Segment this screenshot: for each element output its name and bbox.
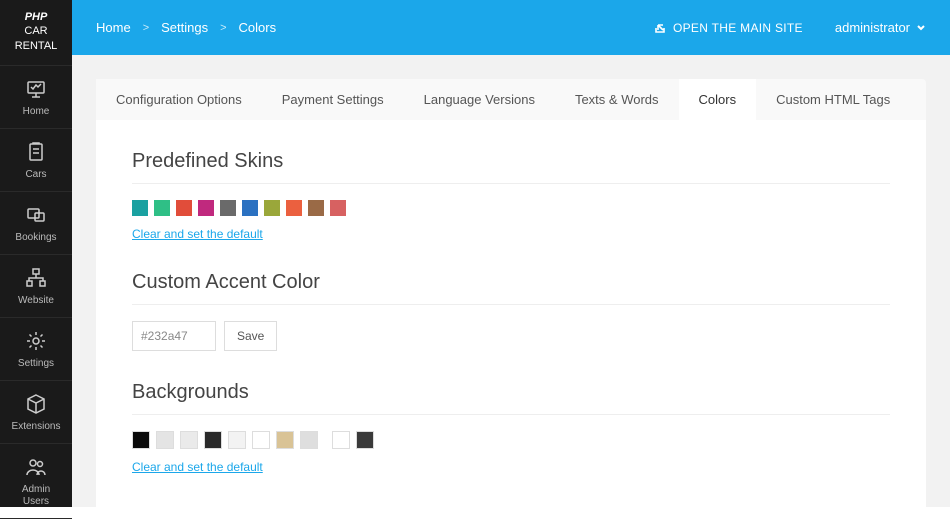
backgrounds-title: Backgrounds (132, 381, 890, 404)
section-backgrounds: Backgrounds Clear and set t (132, 381, 890, 474)
breadcrumb-settings[interactable]: Settings (161, 20, 208, 35)
nav-label: Bookings (15, 232, 56, 244)
tabs: Configuration Options Payment Settings L… (96, 79, 926, 120)
nav-label: Website (18, 295, 54, 307)
main: Home > Settings > Colors OPEN THE MAIN S… (72, 0, 950, 507)
divider (132, 414, 890, 415)
bg-swatch[interactable] (204, 431, 222, 449)
skin-swatch[interactable] (264, 200, 280, 216)
bg-swatch[interactable] (156, 431, 174, 449)
topbar: Home > Settings > Colors OPEN THE MAIN S… (72, 0, 950, 55)
logo-line3: RENTAL (4, 39, 68, 53)
bg-swatch[interactable] (132, 431, 150, 449)
open-site-label: OPEN THE MAIN SITE (673, 21, 803, 35)
background-swatches (132, 431, 890, 449)
skin-swatch[interactable] (176, 200, 192, 216)
nav-label: Admin Users (22, 484, 50, 508)
breadcrumb-sep: > (220, 22, 226, 34)
nav-label: Extensions (12, 421, 61, 433)
bg-swatch[interactable] (228, 431, 246, 449)
clipboard-icon (25, 141, 47, 163)
skin-swatch[interactable] (330, 200, 346, 216)
breadcrumb-current: Colors (239, 20, 277, 35)
tab-colors[interactable]: Colors (679, 79, 757, 120)
skin-swatch[interactable] (220, 200, 236, 216)
skin-swatch[interactable] (286, 200, 302, 216)
nav-bookings[interactable]: Bookings (0, 192, 72, 255)
nav-label: Cars (25, 169, 46, 181)
tab-configuration-options[interactable]: Configuration Options (96, 79, 262, 120)
bg-swatch[interactable] (180, 431, 198, 449)
nav-label: Settings (18, 358, 54, 370)
skin-swatch[interactable] (198, 200, 214, 216)
skins-title: Predefined Skins (132, 150, 890, 173)
sidebar: PHP CAR RENTAL Home Cars Bookings Websit… (0, 0, 72, 507)
nav-website[interactable]: Website (0, 255, 72, 318)
save-button[interactable]: Save (224, 321, 277, 351)
panel: Predefined Skins Clear and (96, 120, 926, 507)
accent-color-input[interactable] (132, 321, 216, 351)
accent-title: Custom Accent Color (132, 271, 890, 294)
bg-swatch[interactable] (252, 431, 270, 449)
user-menu[interactable]: administrator (835, 20, 926, 35)
cube-icon (25, 393, 47, 415)
divider (132, 183, 890, 184)
tab-payment-settings[interactable]: Payment Settings (262, 79, 404, 120)
open-main-site-link[interactable]: OPEN THE MAIN SITE (654, 21, 803, 35)
chevron-down-icon (916, 23, 926, 33)
gear-icon (25, 330, 47, 352)
tab-language-versions[interactable]: Language Versions (404, 79, 555, 120)
nav-label: Home (23, 106, 50, 118)
logo-line1: PHP (4, 10, 68, 24)
section-skins: Predefined Skins Clear and (132, 150, 890, 241)
breadcrumb: Home > Settings > Colors (96, 20, 276, 35)
sitemap-icon (25, 267, 47, 289)
skin-swatch[interactable] (132, 200, 148, 216)
logo: PHP CAR RENTAL (0, 0, 72, 66)
nav-settings[interactable]: Settings (0, 318, 72, 381)
skin-swatch[interactable] (242, 200, 258, 216)
external-link-icon (654, 21, 667, 34)
user-label: administrator (835, 20, 910, 35)
skins-swatches (132, 200, 890, 216)
breadcrumb-home[interactable]: Home (96, 20, 131, 35)
logo-line2: CAR (4, 24, 68, 38)
nav-home[interactable]: Home (0, 66, 72, 129)
nav-extensions[interactable]: Extensions (0, 381, 72, 444)
bg-swatch[interactable] (332, 431, 350, 449)
bg-swatch[interactable] (300, 431, 318, 449)
skin-swatch[interactable] (308, 200, 324, 216)
nav-cars[interactable]: Cars (0, 129, 72, 192)
backgrounds-reset-link[interactable]: Clear and set the default (132, 460, 263, 474)
skin-swatch[interactable] (154, 200, 170, 216)
section-accent: Custom Accent Color Save (132, 271, 890, 351)
tab-custom-html-tags[interactable]: Custom HTML Tags (756, 79, 910, 120)
screens-icon (25, 204, 47, 226)
divider (132, 304, 890, 305)
nav-admin-users[interactable]: Admin Users (0, 444, 72, 519)
skins-reset-link[interactable]: Clear and set the default (132, 227, 263, 241)
users-icon (25, 456, 47, 478)
bg-swatch[interactable] (276, 431, 294, 449)
bg-swatch[interactable] (356, 431, 374, 449)
content: Configuration Options Payment Settings L… (72, 55, 950, 507)
monitor-icon (25, 78, 47, 100)
breadcrumb-sep: > (143, 22, 149, 34)
tab-texts-words[interactable]: Texts & Words (555, 79, 679, 120)
